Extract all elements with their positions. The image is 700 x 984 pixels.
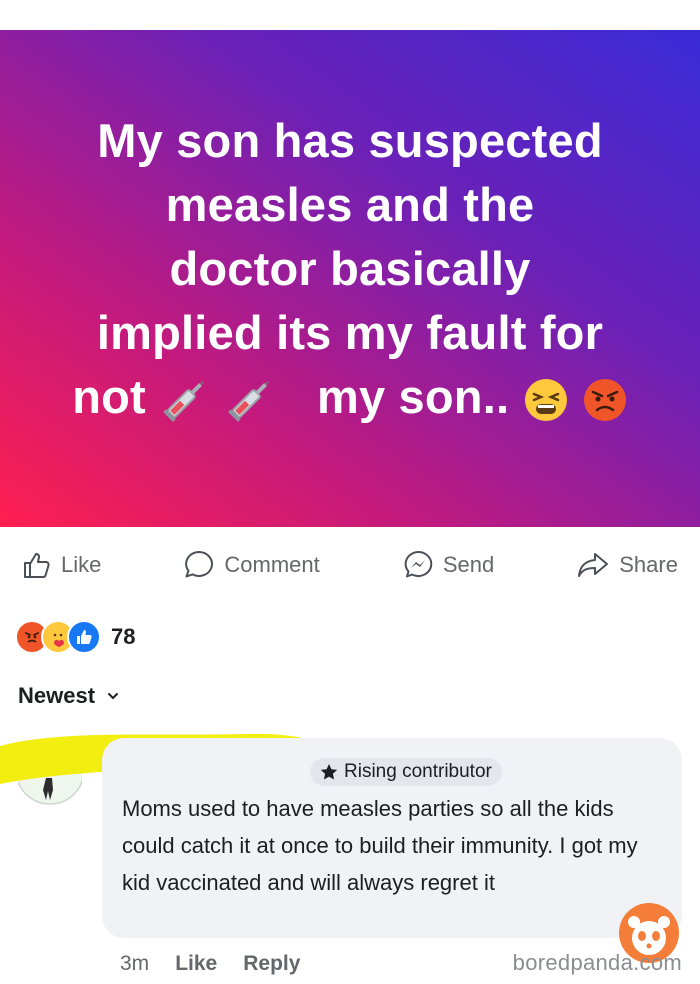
reaction-count: 78 [111,624,136,649]
comment-bubble: Rising contributor Moms used to have mea… [102,738,682,938]
post-background: My son has suspected measles and the doc… [0,30,700,527]
reaction-summary[interactable]: 78 [15,620,135,654]
comment-button[interactable]: Comment [183,549,320,581]
post-line-4: implied its my fault for [96,305,604,359]
comment-bubble-icon [185,551,214,578]
share-button-label: Share [619,552,678,577]
comment-sort-dropdown[interactable]: Newest [18,683,119,709]
share-button[interactable]: Share [576,550,678,580]
post-line-2: measles and the [165,177,535,231]
messenger-icon [404,550,433,578]
thumbs-up-filled-icon [77,630,92,644]
rising-contributor-badge: Rising contributor [310,758,502,786]
like-button[interactable]: Like [22,550,101,580]
share-arrow-icon [578,553,609,577]
post-line-5-end: my son.. [316,369,510,423]
post-line-3: doctor basically [169,241,531,295]
watermark-text: boredpanda.com [512,950,682,975]
sort-label: Newest [18,683,96,708]
post-line-5: not my son.. [30,365,670,429]
star-icon [320,764,338,780]
comment-text: Moms used to have measles parties so all… [122,796,638,895]
comment-button-label: Comment [224,552,320,577]
chevron-down-icon [108,693,119,700]
syringe-icon-2 [228,381,270,422]
thumbs-up-icon [24,553,50,578]
comment-like-link[interactable]: Like [175,952,217,976]
syringe-icon [163,381,205,422]
comment-timestamp[interactable]: 3m [120,952,149,976]
like-reaction-icon [67,620,101,654]
like-button-label: Like [61,552,102,577]
post-line-1: My son has suspected [97,113,603,167]
post-actions-bar: Like Comment Send Share [0,540,700,590]
comment-meta: 3m Like Reply [120,952,300,976]
top-strip [0,0,700,30]
angry-face-emoji-icon [583,379,626,422]
post-text: My son has suspected measles and the doc… [30,109,670,429]
badge-label: Rising contributor [344,761,492,782]
send-button-label: Send [442,552,495,577]
comment-reply-link[interactable]: Reply [243,952,300,976]
post-line-5-start: not [72,369,146,423]
hug-heart-icon [53,633,64,647]
send-button[interactable]: Send [402,549,494,581]
tired-face-emoji-icon [524,379,567,422]
angry-face-icon [25,632,39,643]
